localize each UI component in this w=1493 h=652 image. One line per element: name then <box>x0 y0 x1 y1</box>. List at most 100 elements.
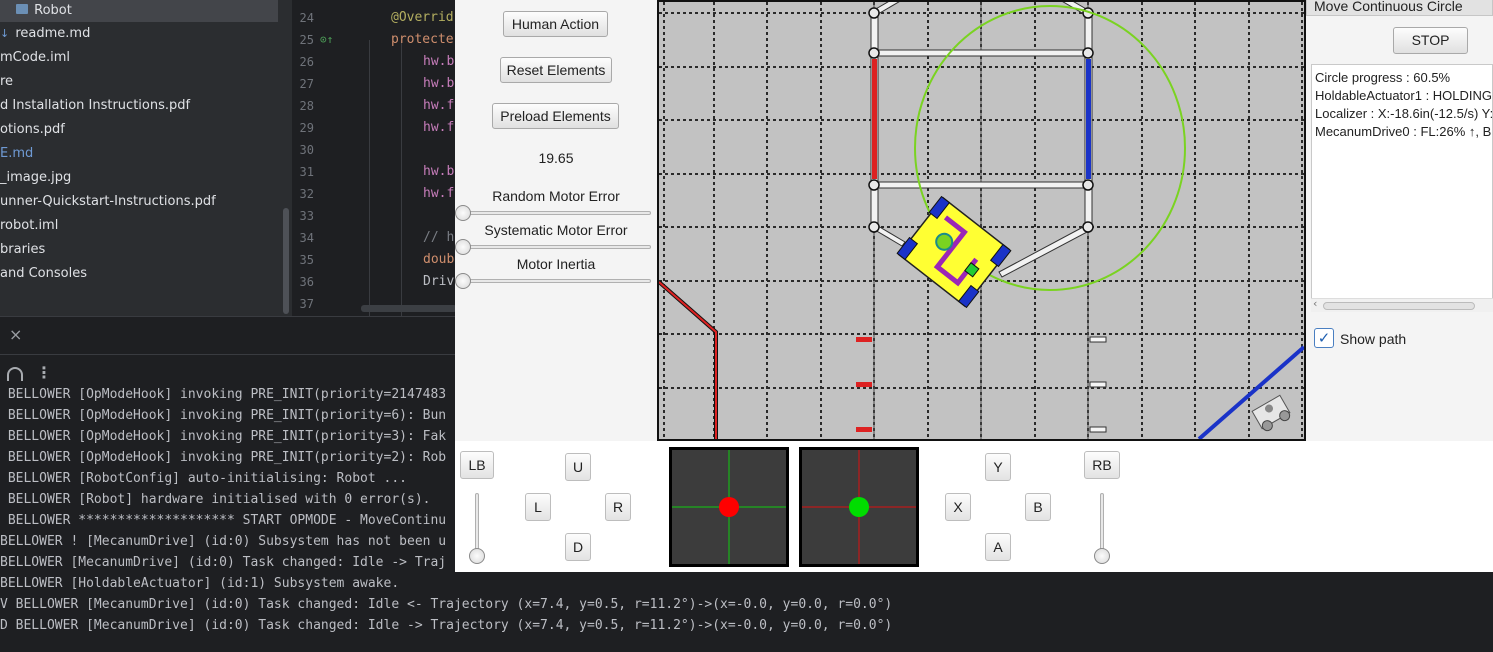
line-number: 28 <box>299 99 314 113</box>
line-number: 30 <box>299 143 314 157</box>
a-button[interactable]: A <box>985 533 1011 561</box>
editor-hscrollbar[interactable] <box>361 305 457 312</box>
motor-inertia-label: Motor Inertia <box>516 256 596 272</box>
line-number: 32 <box>299 187 314 201</box>
line-number: 27 <box>299 77 314 91</box>
code-line: hw.b <box>423 54 455 69</box>
field-canvas <box>657 0 1306 441</box>
random-motor-error-slider-thumb[interactable] <box>455 205 471 221</box>
lb-button[interactable]: LB <box>460 451 494 479</box>
tree-scrollbar[interactable] <box>283 208 289 314</box>
code-line: Driv <box>423 274 455 289</box>
markdown-icon: ↓ <box>0 27 10 40</box>
tree-item-label: mCode.iml <box>0 50 70 65</box>
simulator-window: Human Action Reset Elements Preload Elem… <box>455 0 1493 572</box>
left-trigger-thumb[interactable] <box>469 548 485 564</box>
field-view[interactable] <box>657 0 1306 441</box>
b-button[interactable]: B <box>1025 493 1051 521</box>
random-motor-error-slider[interactable] <box>460 211 651 215</box>
left-joystick[interactable] <box>669 447 789 567</box>
dpad-down-button[interactable]: D <box>565 533 591 561</box>
scroll-left-icon[interactable]: ‹ <box>1313 297 1317 310</box>
tree-item[interactable]: _image.jpg <box>0 167 71 189</box>
show-path-checkbox[interactable]: ✓ <box>1314 328 1334 348</box>
systematic-motor-error-label: Systematic Motor Error <box>484 222 628 238</box>
sim-control-panel: Human Action Reset Elements Preload Elem… <box>455 0 657 441</box>
telemetry-hscrollbar[interactable]: ‹ <box>1311 297 1493 312</box>
tree-item-label: re <box>0 74 14 89</box>
tree-item[interactable]: robot.iml <box>0 215 58 237</box>
console-line: BELLOWER [OpModeHook] invoking PRE_INIT(… <box>0 408 447 423</box>
console-line: BELLOWER [MecanumDrive] (id:0) Task chan… <box>0 555 447 570</box>
telemetry-line: MecanumDrive0 : FL:26% ↑, B <box>1315 124 1492 139</box>
line-number: 34 <box>299 231 314 245</box>
rb-button[interactable]: RB <box>1084 451 1120 479</box>
human-action-button[interactable]: Human Action <box>503 11 608 37</box>
tree-item-label: robot.iml <box>0 218 59 233</box>
telemetry-line: HoldableActuator1 : HOLDING <box>1315 88 1493 103</box>
tree-item[interactable]: and Consoles <box>0 263 87 285</box>
tree-item[interactable]: otions.pdf <box>0 119 65 141</box>
code-line: protecte <box>391 32 454 47</box>
console-line: BELLOWER [Robot] hardware initialised wi… <box>0 492 431 507</box>
line-number: 29 <box>299 121 314 135</box>
tree-item-readme[interactable]: ↓ readme.md <box>0 23 90 45</box>
tree-item[interactable]: unner-Quickstart-Instructions.pdf <box>0 191 216 213</box>
systematic-motor-error-slider[interactable] <box>460 245 651 249</box>
red-alliance-bar <box>872 59 877 179</box>
systematic-motor-error-slider-thumb[interactable] <box>455 239 471 255</box>
code-line: hw.f <box>423 120 455 135</box>
tree-item[interactable]: d Installation Instructions.pdf <box>0 95 190 117</box>
code-editor[interactable]: @Overrid protecte hw.b hw.b hw.f hw.f hw… <box>357 0 457 316</box>
code-line: @Overrid <box>391 10 454 25</box>
close-icon[interactable]: × <box>9 325 22 344</box>
console-header: × <box>0 317 460 355</box>
dpad-up-button[interactable]: U <box>565 453 591 481</box>
y-button[interactable]: Y <box>985 453 1011 481</box>
left-stick-dot[interactable] <box>719 497 739 517</box>
motor-inertia-slider[interactable] <box>460 279 651 283</box>
console-line: BELLOWER ! [MecanumDrive] (id:0) Subsyst… <box>0 534 447 549</box>
tree-item-robot[interactable]: Robot <box>0 0 278 22</box>
line-number: 25 <box>299 33 314 47</box>
right-stick-dot[interactable] <box>849 497 869 517</box>
more-options-icon[interactable]: ⋮ <box>36 363 52 382</box>
line-number: 26 <box>299 55 314 69</box>
tree-item-label: braries <box>0 242 46 257</box>
tree-item[interactable]: braries <box>0 239 45 261</box>
console-line: BELLOWER ******************** START OPMO… <box>0 513 447 528</box>
console-line: V BELLOWER [MecanumDrive] (id:0) Task ch… <box>0 597 893 612</box>
stop-button[interactable]: STOP <box>1393 27 1468 54</box>
console-line: BELLOWER [OpModeHook] invoking PRE_INIT(… <box>0 450 447 465</box>
tree-item-label: _image.jpg <box>0 170 72 185</box>
editor-gutter: 24 25 ⊙↑ 26 27 28 29 30 31 32 33 34 35 3… <box>292 0 357 316</box>
x-button[interactable]: X <box>945 493 971 521</box>
virtual-gamepad: LB U L R D Y X B A RB <box>455 441 1493 572</box>
code-line: hw.b <box>423 164 455 179</box>
tree-item[interactable]: re <box>0 71 13 93</box>
console-line: D BELLOWER [MecanumDrive] (id:0) Task ch… <box>0 618 893 633</box>
gauge-icon[interactable] <box>7 367 23 381</box>
right-joystick[interactable] <box>799 447 919 567</box>
right-trigger-thumb[interactable] <box>1094 548 1110 564</box>
show-path-label: Show path <box>1340 331 1407 347</box>
line-number: 24 <box>299 11 314 25</box>
override-gutter-icon[interactable]: ⊙↑ <box>320 33 333 46</box>
tree-item-label: otions.pdf <box>0 122 65 137</box>
code-line: hw.b <box>423 76 455 91</box>
tree-item[interactable]: mCode.iml <box>0 47 70 69</box>
tree-item-label: Robot <box>34 3 72 18</box>
dpad-left-button[interactable]: L <box>525 493 551 521</box>
dpad-right-button[interactable]: R <box>605 493 631 521</box>
motor-inertia-slider-thumb[interactable] <box>455 273 471 289</box>
telemetry-output: Circle progress : 60.5% HoldableActuator… <box>1311 64 1493 312</box>
tree-item-label: and Consoles <box>0 266 87 281</box>
reset-elements-button[interactable]: Reset Elements <box>500 57 612 83</box>
tree-item-label: readme.md <box>15 26 91 41</box>
random-motor-error-label: Random Motor Error <box>492 188 620 204</box>
preload-elements-button[interactable]: Preload Elements <box>492 103 619 129</box>
line-number: 35 <box>299 253 314 267</box>
code-line: hw.f <box>423 98 455 113</box>
scrollbar-thumb[interactable] <box>1323 302 1475 310</box>
tree-item[interactable]: E.md <box>0 143 33 165</box>
